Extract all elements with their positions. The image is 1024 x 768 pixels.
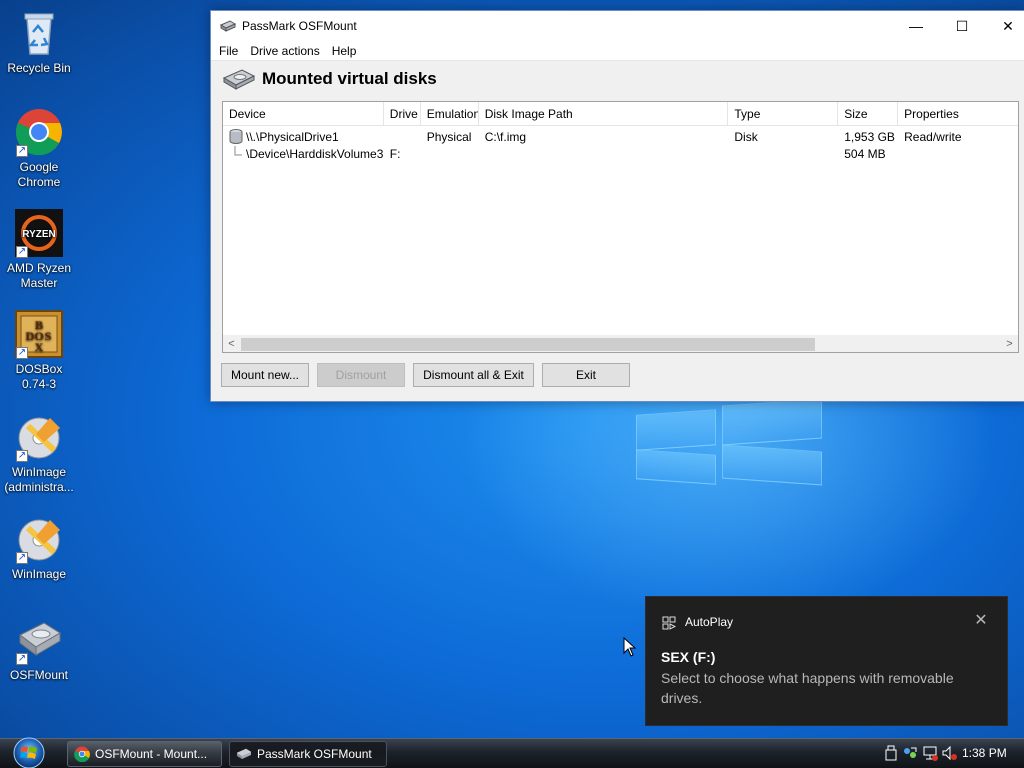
maximize-button[interactable]: ☐	[939, 11, 985, 41]
taskbar-item-chrome[interactable]: OSFMount - Mount...	[67, 741, 222, 767]
mouse-cursor-icon	[623, 637, 637, 657]
column-header-disk-image-path[interactable]: Disk Image Path	[479, 102, 729, 126]
taskbar-item-label: PassMark OSFMount	[257, 747, 372, 761]
winimage-icon: ↗	[14, 412, 64, 462]
winimage-icon: ↗	[14, 514, 64, 564]
shortcut-arrow-icon: ↗	[16, 246, 28, 258]
column-header-type[interactable]: Type	[728, 102, 839, 126]
shortcut-arrow-icon: ↗	[16, 347, 28, 359]
column-header-properties[interactable]: Properties	[898, 102, 1018, 126]
desktop-icon-winimage[interactable]: ↗ WinImage	[2, 514, 76, 582]
desktop-icon-recycle-bin[interactable]: Recycle Bin	[2, 8, 76, 76]
notification-body: Select to choose what happens with remov…	[661, 670, 954, 706]
menu-drive-actions[interactable]: Drive actions	[244, 44, 325, 58]
notification-title: SEX (F:)	[661, 649, 716, 665]
osfmount-window: PassMark OSFMount — ☐ ✕ File Drive actio…	[210, 10, 1024, 402]
cell-size: 1,953 GB	[844, 129, 895, 144]
svg-text:S: S	[45, 329, 52, 343]
windows-logo-wallpaper	[636, 398, 826, 486]
mount-new-button[interactable]: Mount new...	[221, 363, 309, 387]
column-header-device[interactable]: Device	[223, 102, 384, 126]
window-title: PassMark OSFMount	[242, 19, 357, 33]
shortcut-arrow-icon: ↗	[16, 653, 28, 665]
desktop-icon-label: Recycle Bin	[7, 61, 71, 75]
autoplay-icon	[662, 616, 676, 630]
usb-drive-icon[interactable]	[883, 745, 899, 761]
scroll-left-button[interactable]: <	[223, 336, 240, 353]
svg-text:RYZEN: RYZEN	[22, 229, 56, 240]
column-header-emulation[interactable]: Emulation	[421, 102, 479, 126]
taskbar-item-label: OSFMount - Mount...	[95, 747, 208, 761]
network-sharing-icon[interactable]	[902, 745, 918, 761]
tree-connector-icon	[234, 146, 242, 156]
svg-text:D: D	[26, 329, 35, 343]
mounted-disks-list[interactable]: Device Drive Emulation Disk Image Path T…	[222, 101, 1019, 353]
desktop-icon-amd-ryzen-master[interactable]: RYZEN ↗ AMD Ryzen Master	[2, 208, 76, 291]
scrollbar-thumb[interactable]	[241, 338, 815, 351]
ryzen-master-icon: RYZEN ↗	[14, 208, 64, 258]
close-button[interactable]: ✕	[985, 11, 1024, 41]
shortcut-arrow-icon: ↗	[16, 145, 28, 157]
list-header: Device Drive Emulation Disk Image Path T…	[223, 102, 1018, 126]
device-name: \Device\HarddiskVolume3	[246, 146, 384, 161]
table-row[interactable]: \\.\PhysicalDrive1 Physical C:\f.img Dis…	[223, 128, 1018, 145]
desktop-icon-label: Google Chrome	[17, 160, 61, 189]
physical-drive-icon	[229, 129, 243, 144]
clock[interactable]: 1:38 PM	[962, 746, 1007, 760]
page-title: Mounted virtual disks	[262, 69, 437, 88]
scroll-right-button[interactable]: >	[1001, 336, 1018, 353]
exit-button[interactable]: Exit	[542, 363, 630, 387]
dismount-button[interactable]: Dismount	[317, 363, 405, 387]
desktop-icon-label: WinImage (administra...	[4, 465, 74, 494]
desktop-icon-label: OSFMount	[9, 668, 69, 682]
chrome-icon: ↗	[14, 107, 64, 157]
desktop-icon-label: AMD Ryzen Master	[6, 261, 71, 290]
cell-size: 504 MB	[844, 146, 886, 161]
osfmount-icon	[236, 748, 252, 759]
shortcut-arrow-icon: ↗	[16, 552, 28, 564]
heading-row: Mounted virtual disks	[211, 61, 1024, 97]
desktop-icon-label: DOSBox 0.74-3	[15, 362, 63, 391]
title-bar[interactable]: PassMark OSFMount — ☐ ✕	[211, 11, 1024, 41]
cell-emulation: Physical	[426, 129, 472, 144]
close-icon[interactable]: ✕	[971, 611, 991, 631]
virtual-disk-icon	[222, 69, 256, 90]
svg-text:X: X	[35, 340, 44, 354]
cell-device: \Device\HarddiskVolume3	[223, 146, 384, 161]
start-button[interactable]	[9, 737, 49, 768]
cell-device: \\.\PhysicalDrive1	[223, 129, 384, 144]
cell-disk-image-path: C:\f.img	[484, 129, 527, 144]
column-header-drive[interactable]: Drive	[384, 102, 421, 126]
autoplay-notification[interactable]: AutoPlay ✕ SEX (F:) Select to choose wha…	[645, 596, 1008, 726]
column-header-size[interactable]: Size	[838, 102, 899, 126]
desktop-icon-winimage-admin[interactable]: ↗ WinImage (administra...	[2, 412, 76, 495]
desktop-icon-label: WinImage	[11, 567, 67, 581]
chrome-icon	[74, 746, 90, 762]
dismount-all-exit-button[interactable]: Dismount all & Exit	[413, 363, 534, 387]
notification-app-name: AutoPlay	[685, 615, 734, 629]
dosbox-icon: B D O S X ↗	[14, 309, 64, 359]
table-row[interactable]: \Device\HarddiskVolume3 F: 504 MB	[223, 145, 1018, 162]
cell-drive: F:	[389, 146, 401, 161]
desktop-icon-google-chrome[interactable]: ↗ Google Chrome	[2, 107, 76, 190]
network-icon[interactable]	[922, 745, 938, 761]
menu-file[interactable]: File	[213, 44, 244, 58]
volume-muted-icon[interactable]	[941, 745, 957, 761]
desktop-icon-dosbox[interactable]: B D O S X ↗ DOSBox 0.74-3	[2, 309, 76, 392]
desktop-icon-osfmount[interactable]: ↗ OSFMount	[2, 615, 76, 683]
recycle-bin-icon	[14, 8, 64, 58]
horizontal-scrollbar[interactable]: < >	[223, 335, 1018, 352]
device-name: \\.\PhysicalDrive1	[246, 129, 339, 144]
minimize-button[interactable]: —	[893, 11, 939, 41]
menu-help[interactable]: Help	[326, 44, 363, 58]
taskbar-item-osfmount[interactable]: PassMark OSFMount	[229, 741, 387, 767]
osfmount-icon: ↗	[14, 615, 64, 665]
osfmount-icon	[220, 20, 236, 32]
cell-properties: Read/write	[904, 129, 962, 144]
cell-type: Disk	[734, 129, 758, 144]
shortcut-arrow-icon: ↗	[16, 450, 28, 462]
menu-bar: File Drive actions Help	[211, 41, 1024, 61]
